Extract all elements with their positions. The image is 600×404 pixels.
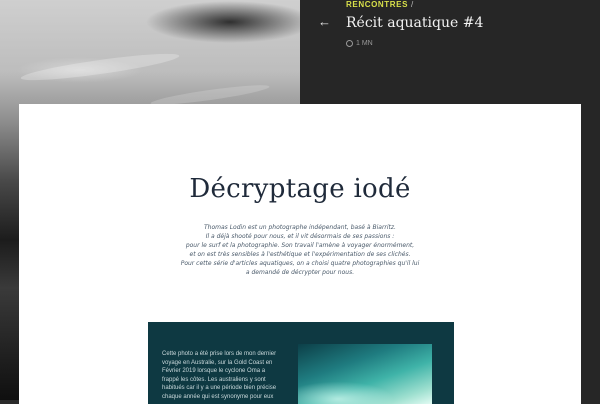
breadcrumb-separator: /	[411, 0, 414, 9]
article-card: Décryptage iodé Thomas Lodin est un phot…	[19, 104, 581, 404]
article-title: Décryptage iodé	[189, 174, 411, 204]
feature-line: chaque année qui est synonyme pour eux	[162, 393, 274, 400]
intro-line: pour le surf et la photographie. Son tra…	[185, 242, 415, 249]
feature-line: habitués car il y a une période bien pré…	[162, 385, 277, 392]
feature-line: frappé les côtes. Les australiens y sont	[162, 376, 266, 383]
feature-line: voyage en Australie, sur la Gold Coast e…	[162, 359, 273, 366]
intro-line: et on est très sensibles à l'esthétique …	[189, 251, 411, 258]
read-time: 1 MN	[346, 40, 373, 47]
intro-line: a demandé de décrypter pour nous.	[245, 269, 355, 276]
feature-line: Février 2019 lorsque le cyclone Oma a	[162, 368, 266, 375]
breadcrumb-category[interactable]: RENCONTRES	[346, 0, 408, 9]
feature-photo[interactable]	[298, 344, 432, 404]
clock-icon	[346, 40, 353, 47]
intro-line: Pour cette série d'articles aquatiques, …	[180, 260, 420, 267]
article-intro: Thomas Lodin est un photographe indépend…	[169, 223, 431, 277]
intro-line: Thomas Lodin est un photographe indépend…	[204, 224, 396, 231]
feature-block: Cette photo a été prise lors de mon dern…	[148, 322, 454, 404]
intro-line: Il a déjà shooté pour nous, et il vit dé…	[205, 233, 395, 240]
breadcrumb: RENCONTRES /	[346, 0, 414, 9]
read-time-label: 1 MN	[356, 40, 373, 47]
arrow-left-icon[interactable]: ←	[318, 15, 332, 29]
feature-text: Cette photo a été prise lors de mon dern…	[162, 350, 282, 402]
wave-spray	[19, 48, 181, 86]
feature-line: Cette photo a été prise lors de mon dern…	[162, 351, 277, 357]
post-title: Récit aquatique #4	[346, 15, 484, 31]
